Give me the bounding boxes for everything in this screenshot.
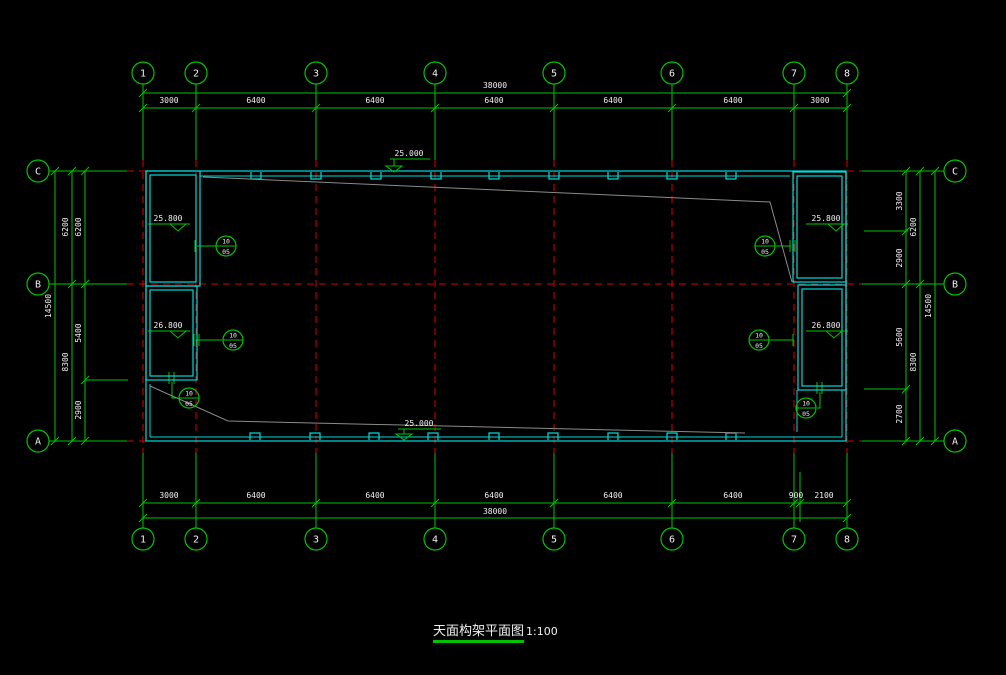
detail-callout-number-bottom: 05 (802, 410, 810, 418)
dimension-text: 6400 (246, 96, 265, 105)
elevation-text: 26.800 (154, 321, 183, 330)
detail-callout-number-bottom: 05 (229, 342, 237, 350)
callout-leader (172, 382, 178, 398)
building-outline (146, 171, 846, 441)
axis-bubble-label: 8 (844, 535, 850, 546)
axis-bubble-label: 6 (669, 69, 675, 80)
drawing-title-text: 天面构架平面图 (433, 624, 524, 643)
dimension-text: 6400 (484, 491, 503, 500)
dimension-text: 6400 (603, 96, 622, 105)
detail-callout-number-bottom: 05 (185, 400, 193, 408)
elevation-text: 25.000 (405, 419, 434, 428)
dimension-text: 6400 (603, 491, 622, 500)
dimension-text: 6400 (484, 96, 503, 105)
dimension-text: 6400 (365, 96, 384, 105)
axis-bubble-label: 3 (313, 69, 319, 80)
dimension-text: 6200 (909, 217, 918, 236)
dimension-text: 38000 (483, 507, 507, 516)
detail-callout-number-bottom: 05 (755, 342, 763, 350)
dimension-text: 6400 (246, 491, 265, 500)
dimension-text: 2900 (74, 400, 83, 419)
axis-bubble-label: B (952, 280, 958, 291)
axis-bubble-label: B (35, 280, 41, 291)
callout-leader (817, 392, 820, 408)
axis-bubble-label: A (952, 437, 958, 448)
axis-bubble-label: 5 (551, 69, 557, 80)
elevation-triangle-icon (826, 331, 842, 338)
axis-bubble-label: C (952, 167, 958, 178)
building-outline (798, 285, 846, 390)
dimension-text: 38000 (483, 81, 507, 90)
axis-bubble-label: 3 (313, 535, 319, 546)
dimension-text: 5600 (895, 327, 904, 346)
detail-callout-number-bottom: 05 (761, 248, 769, 256)
detail-callout-number-top: 10 (185, 390, 193, 398)
elevation-triangle-icon (170, 331, 186, 338)
dimension-text: 2900 (895, 248, 904, 267)
dimension-text: 6400 (723, 96, 742, 105)
cad-drawing-canvas[interactable]: 25.000 25.800 26.800 25.800 26.800 25.000 10 05… (0, 0, 1006, 675)
axis-bubble-label: 5 (551, 535, 557, 546)
dimension-text: 3000 (810, 96, 829, 105)
dimension-text: 2100 (814, 491, 833, 500)
axis-bubble-label: 6 (669, 535, 675, 546)
drawing-scale: 1:100 (526, 625, 558, 638)
dimension-text: 8300 (909, 352, 918, 371)
building-outline (797, 176, 842, 278)
cad-viewport[interactable]: 25.000 25.800 26.800 25.800 26.800 25.000 10 05… (0, 0, 1006, 675)
elevation-text: 25.000 (395, 149, 424, 158)
axis-bubble-label: 1 (140, 535, 146, 546)
detail-callout-number-bottom: 05 (222, 248, 230, 256)
axis-bubble-label: C (35, 167, 41, 178)
elevation-text: 25.800 (812, 214, 841, 223)
dimension-text: 6400 (365, 491, 384, 500)
detail-callout-number-top: 10 (761, 238, 769, 246)
elevation-text: 25.800 (154, 214, 183, 223)
building-outline (150, 290, 193, 376)
building-outline (150, 175, 196, 282)
dimension-text: 6200 (61, 217, 70, 236)
dimension-text: 900 (789, 491, 804, 500)
building-outline (802, 289, 842, 386)
building-outline (146, 286, 197, 380)
dimension-text: 8300 (61, 352, 70, 371)
detail-callout-number-top: 10 (222, 238, 230, 246)
dimension-text: 3000 (159, 491, 178, 500)
axis-bubble-label: 1 (140, 69, 146, 80)
dimension-text: 2700 (895, 404, 904, 423)
detail-callout-number-top: 10 (229, 332, 237, 340)
axis-bubble-label: 2 (193, 535, 199, 546)
axis-bubble-label: 2 (193, 69, 199, 80)
dimension-text: 14500 (44, 294, 53, 318)
dimension-text: 6400 (723, 491, 742, 500)
drawing-title: 天面构架平面图1:100 (433, 620, 558, 639)
elevation-text: 26.800 (812, 321, 841, 330)
detail-callout-number-top: 10 (802, 400, 810, 408)
dimension-text: 3000 (159, 96, 178, 105)
building-outline (793, 172, 846, 282)
dimension-text: 6200 (74, 217, 83, 236)
building-outline (146, 171, 200, 286)
axis-bubble-label: A (35, 437, 41, 448)
roof-slope-line (203, 177, 792, 282)
dimension-text: 3300 (895, 191, 904, 210)
elevation-triangle-icon (170, 224, 186, 231)
dimension-text: 5400 (74, 323, 83, 342)
axis-bubble-label: 7 (791, 69, 797, 80)
dimension-text: 14500 (924, 294, 933, 318)
roof-slope-line (150, 386, 745, 433)
detail-callout-number-top: 10 (755, 332, 763, 340)
axis-bubble-label: 4 (432, 69, 438, 80)
axis-bubble-label: 8 (844, 69, 850, 80)
axis-bubble-label: 7 (791, 535, 797, 546)
axis-bubble-label: 4 (432, 535, 438, 546)
